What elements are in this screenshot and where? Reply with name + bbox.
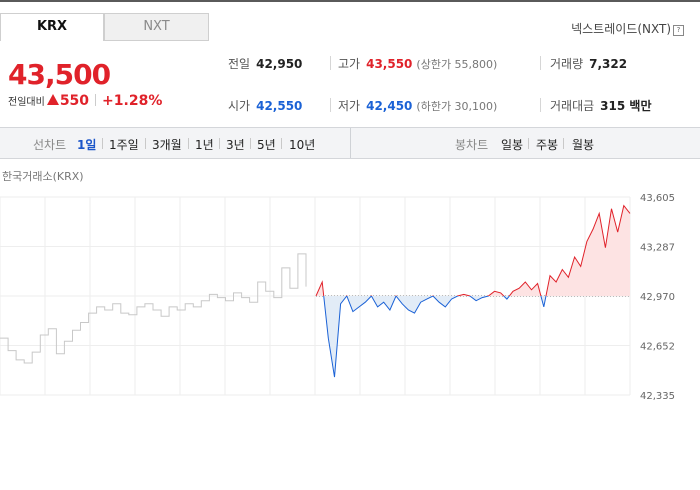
candle-weekly-button[interactable]: 주봉 — [536, 136, 558, 153]
stat-trade-value: 거래대금 315 백만 — [550, 97, 651, 114]
y-tick-label: 42,335 — [640, 391, 675, 400]
stat-divider — [540, 56, 541, 70]
stat-divider — [330, 98, 331, 112]
stat-sub: (하한가 30,100) — [416, 100, 498, 113]
tab-nxt[interactable]: NXT — [104, 13, 209, 41]
period-divider — [563, 138, 564, 149]
stat-value: 315 백만 — [600, 99, 652, 113]
stat-label: 저가 — [338, 99, 361, 113]
change-percent: +1.28% — [102, 93, 163, 109]
nxt-link-label: 넥스트레이드(NXT) — [571, 22, 671, 36]
candle-chart-label: 봉차트 — [455, 138, 489, 152]
toolbar-divider — [350, 128, 351, 158]
stat-prev-close: 전일 42,950 — [228, 55, 302, 72]
period-1d-button[interactable]: 1일 — [77, 136, 96, 153]
help-icon[interactable]: ? — [673, 25, 684, 36]
stat-label: 거래량 — [550, 57, 584, 71]
stat-label: 거래대금 — [550, 99, 595, 113]
candle-monthly-button[interactable]: 월봉 — [572, 136, 594, 153]
nxt-link[interactable]: 넥스트레이드(NXT)? — [571, 20, 684, 37]
change-divider — [95, 94, 97, 106]
period-5y-button[interactable]: 5년 — [257, 136, 276, 153]
stat-value: 7,322 — [589, 57, 628, 71]
change-amount: 550 — [59, 93, 90, 109]
stat-volume: 거래량 7,322 — [550, 55, 627, 72]
current-price: 43,500 — [8, 58, 111, 91]
period-divider — [188, 138, 189, 149]
change-label: 전일대비 — [8, 97, 45, 108]
y-tick-label: 42,652 — [640, 342, 675, 353]
top-border — [0, 0, 700, 2]
previous-day-line — [0, 253, 307, 364]
period-3m-button[interactable]: 3개월 — [152, 136, 182, 153]
y-tick-label: 43,605 — [640, 193, 675, 204]
period-3y-button[interactable]: 3년 — [226, 136, 245, 153]
period-divider — [528, 138, 529, 149]
stat-high: 고가 43,550 (상한가 55,800) — [338, 55, 497, 72]
stat-value: 42,550 — [256, 99, 303, 113]
period-divider — [219, 138, 220, 149]
candle-daily-button[interactable]: 일봉 — [501, 136, 523, 153]
period-1w-button[interactable]: 1주일 — [109, 136, 139, 153]
line-chart-label: 선차트 — [33, 138, 67, 152]
stat-value: 42,450 — [366, 99, 413, 113]
up-arrow-icon — [46, 94, 59, 105]
chart-toolbar: 선차트 1일 1주일 3개월 1년 3년 5년 10년 봉차트 일봉 주봉 월봉 — [0, 127, 700, 159]
period-divider — [281, 138, 282, 149]
chart-fill — [316, 205, 630, 378]
period-divider — [102, 138, 103, 149]
stat-divider — [540, 98, 541, 112]
stat-open: 시가 42,550 — [228, 97, 302, 114]
stat-value: 42,950 — [256, 57, 303, 71]
stat-low: 저가 42,450 (하한가 30,100) — [338, 97, 497, 114]
price-chart[interactable]: 43,605 43,287 42,970 42,652 42,335 — [0, 180, 700, 400]
up-area — [316, 205, 630, 296]
period-divider — [250, 138, 251, 149]
stat-label: 시가 — [228, 99, 251, 113]
stat-sub: (상한가 55,800) — [416, 58, 498, 71]
period-10y-button[interactable]: 10년 — [289, 136, 315, 153]
y-axis-labels: 43,605 43,287 42,970 42,652 42,335 — [640, 193, 675, 400]
stat-divider — [330, 56, 331, 70]
y-tick-label: 42,970 — [640, 292, 675, 303]
stat-label: 전일 — [228, 57, 251, 71]
period-1y-button[interactable]: 1년 — [195, 136, 214, 153]
price-change: 전일대비 550 +1.28% — [8, 93, 162, 109]
tab-krx[interactable]: KRX — [0, 13, 104, 41]
period-divider — [145, 138, 146, 149]
stat-value: 43,550 — [366, 57, 413, 71]
stat-label: 고가 — [338, 57, 361, 71]
y-tick-label: 43,287 — [640, 243, 675, 254]
